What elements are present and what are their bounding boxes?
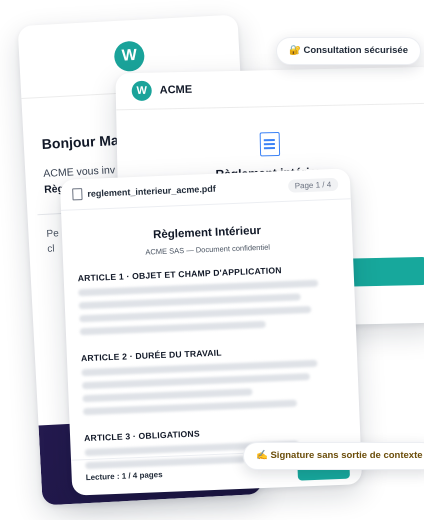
company-name: ACME: [159, 83, 193, 97]
article-heading: ARTICLE 3 · OBLIGATIONS: [83, 428, 200, 444]
text-placeholder: [79, 320, 266, 336]
document-icon: [259, 131, 281, 157]
text-placeholder: [79, 305, 312, 323]
signature-badge: ✍️ Signature sans sortie de contexte: [243, 442, 424, 470]
brand-logo-icon: W: [131, 80, 152, 102]
viewer-file: reglement_interieur_acme.pdf: [72, 183, 216, 201]
brand-logo-icon: W: [113, 40, 146, 73]
file-name: reglement_interieur_acme.pdf: [87, 183, 217, 199]
acme-card-header: W ACME: [115, 66, 424, 111]
text-placeholder: [82, 388, 253, 403]
text-placeholder: [82, 399, 298, 416]
secure-consultation-badge: 🔐 Consultation sécurisée: [276, 37, 421, 65]
text-placeholder: [81, 373, 311, 390]
file-icon: [72, 188, 83, 201]
page-indicator: Page 1 / 4: [287, 177, 339, 193]
reading-progress: Lecture : 1 / 4 pages: [85, 470, 163, 483]
